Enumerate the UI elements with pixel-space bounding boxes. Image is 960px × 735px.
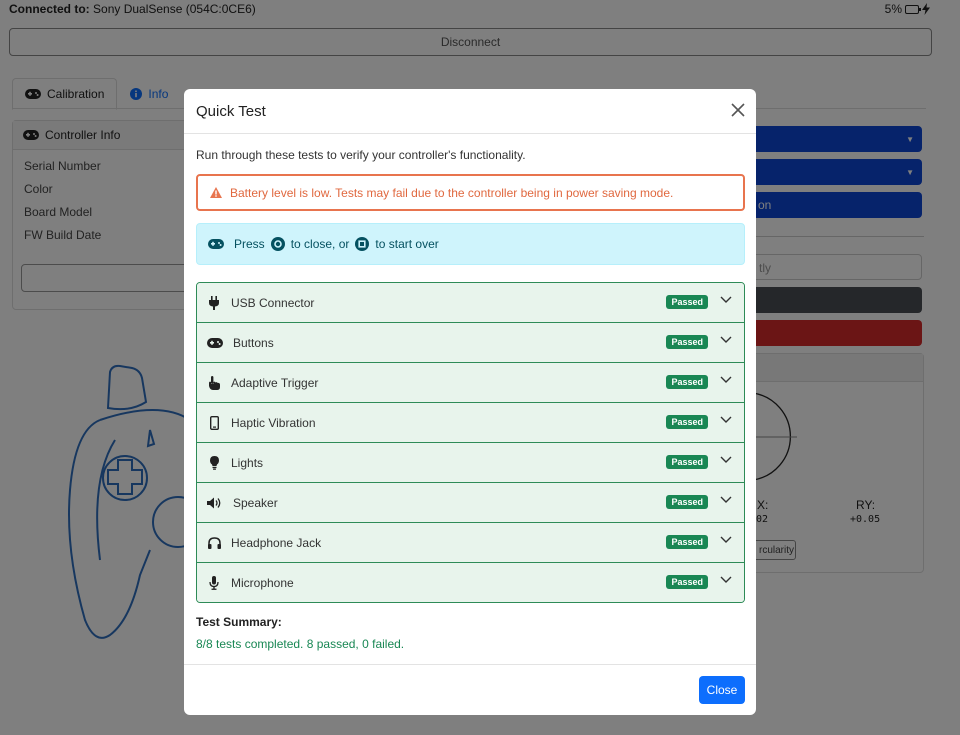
- battery-warning-alert: Battery level is low. Tests may fail due…: [196, 174, 745, 211]
- close-button[interactable]: Close: [699, 676, 745, 704]
- mobile-icon: [207, 415, 221, 430]
- square-button-icon: [355, 237, 370, 251]
- test-item-buttons[interactable]: Buttons Passed: [197, 323, 744, 363]
- circle-button-icon: [270, 237, 285, 251]
- chevron-down-icon[interactable]: [720, 496, 732, 504]
- quick-test-modal: Quick Test Run through these tests to ve…: [184, 89, 756, 715]
- test-label: Headphone Jack: [231, 535, 322, 550]
- gamepad-icon: [207, 336, 223, 350]
- modal-intro: Run through these tests to verify your c…: [196, 148, 526, 162]
- test-item-adaptive-trigger[interactable]: Adaptive Trigger Passed: [197, 363, 744, 403]
- test-item-headphone-jack[interactable]: Headphone Jack Passed: [197, 523, 744, 563]
- status-badge: Passed: [666, 575, 708, 589]
- test-label: Buttons: [233, 335, 274, 350]
- hint-press: Press: [234, 237, 265, 251]
- hint-close: to close, or: [290, 237, 350, 251]
- status-badge: Passed: [666, 495, 708, 509]
- test-label: Microphone: [231, 575, 294, 590]
- close-icon[interactable]: [730, 102, 746, 118]
- test-label: Adaptive Trigger: [231, 375, 319, 390]
- test-label: Haptic Vibration: [231, 415, 316, 430]
- test-item-usb-connector[interactable]: USB Connector Passed: [197, 283, 744, 323]
- status-badge: Passed: [666, 535, 708, 549]
- chevron-down-icon[interactable]: [720, 296, 732, 304]
- warning-text: Battery level is low. Tests may fail due…: [230, 185, 674, 200]
- test-item-lights[interactable]: Lights Passed: [197, 443, 744, 483]
- gamepad-icon: [208, 239, 224, 249]
- status-badge: Passed: [666, 455, 708, 469]
- chevron-down-icon[interactable]: [720, 336, 732, 344]
- status-badge: Passed: [666, 375, 708, 389]
- status-badge: Passed: [666, 295, 708, 309]
- microphone-icon: [207, 575, 221, 590]
- test-label: Lights: [231, 455, 264, 470]
- test-label: Speaker: [233, 495, 278, 510]
- modal-footer-divider: [184, 664, 756, 665]
- status-badge: Passed: [666, 415, 708, 429]
- modal-header: Quick Test: [184, 89, 756, 134]
- lightbulb-icon: [207, 455, 221, 470]
- test-item-microphone[interactable]: Microphone Passed: [197, 563, 744, 602]
- test-summary-text: 8/8 tests completed. 8 passed, 0 failed.: [196, 637, 405, 651]
- headphones-icon: [207, 536, 221, 550]
- modal-title: Quick Test: [196, 103, 266, 120]
- controls-hint: Press to close, or to start over: [196, 223, 745, 265]
- chevron-down-icon[interactable]: [720, 576, 732, 584]
- chevron-down-icon[interactable]: [720, 456, 732, 464]
- chevron-down-icon[interactable]: [720, 416, 732, 424]
- chevron-down-icon[interactable]: [720, 376, 732, 384]
- test-label: USB Connector: [231, 295, 315, 310]
- status-badge: Passed: [666, 335, 708, 349]
- test-summary-title: Test Summary:: [196, 615, 282, 629]
- speaker-icon: [207, 496, 223, 510]
- plug-icon: [207, 295, 221, 310]
- test-list: USB Connector Passed Buttons Passed Adap…: [196, 282, 745, 603]
- warning-icon: [210, 187, 222, 198]
- hand-pointer-icon: [207, 375, 221, 390]
- test-item-haptic-vibration[interactable]: Haptic Vibration Passed: [197, 403, 744, 443]
- chevron-down-icon[interactable]: [720, 536, 732, 544]
- test-item-speaker[interactable]: Speaker Passed: [197, 483, 744, 523]
- hint-start: to start over: [375, 237, 439, 251]
